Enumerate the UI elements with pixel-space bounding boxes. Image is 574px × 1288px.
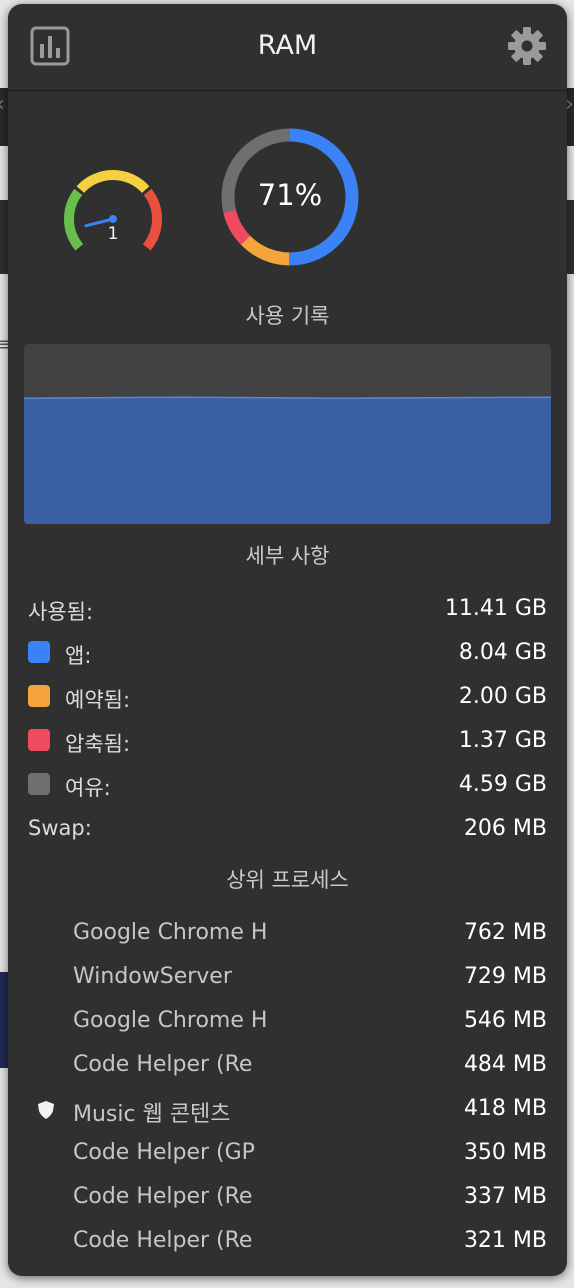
popup-title: RAM — [257, 30, 318, 61]
detail-used: 사용됨: 11.41 GB — [28, 594, 547, 624]
gauge-value: 1 — [107, 224, 119, 244]
background-panel — [0, 972, 8, 1068]
detail-swap-label: Swap: — [28, 816, 92, 840]
details-title: 세부 사항 — [245, 544, 330, 568]
process-row[interactable]: Google Chrome H 762 MB — [28, 918, 547, 948]
detail-app-value: 8.04 GB — [458, 640, 547, 665]
process-name: Code Helper (Re — [73, 1052, 253, 1077]
process-row[interactable]: Code Helper (Re 337 MB — [28, 1182, 547, 1212]
process-memory: 337 MB — [463, 1184, 547, 1209]
process-name: Music 웹 콘텐츠 — [73, 1102, 231, 1127]
wired-color-swatch — [28, 685, 50, 707]
detail-wired-label: 예약됨: — [65, 688, 131, 712]
detail-compressed: 압축됨: 1.37 GB — [28, 726, 547, 756]
compressed-color-swatch — [28, 729, 50, 751]
process-name: WindowServer — [73, 964, 232, 989]
detail-used-value: 11.41 GB — [444, 596, 547, 621]
process-row[interactable]: Code Helper (Re 484 MB — [28, 1050, 547, 1080]
process-memory: 729 MB — [463, 964, 547, 989]
process-memory: 762 MB — [463, 920, 547, 945]
process-row[interactable]: Code Helper (Re 321 MB — [28, 1226, 547, 1256]
process-name: Code Helper (Re — [73, 1228, 253, 1253]
detail-wired: 예약됨: 2.00 GB — [28, 682, 547, 712]
donut-segment-wired — [240, 235, 290, 266]
detail-used-label: 사용됨: — [28, 600, 94, 624]
gear-icon[interactable] — [507, 26, 547, 66]
process-row[interactable]: Google Chrome H 546 MB — [28, 1006, 547, 1036]
background-chevron-left-icon: ‹ — [0, 92, 5, 117]
history-chart — [24, 344, 551, 524]
detail-free: 여유: 4.59 GB — [28, 770, 547, 800]
app-color-swatch — [28, 641, 50, 663]
detail-free-label: 여유: — [65, 776, 111, 800]
process-name: Code Helper (GP — [73, 1140, 255, 1165]
pressure-gauge: 1 — [58, 164, 168, 264]
process-row[interactable]: Music 웹 콘텐츠 418 MB — [28, 1094, 547, 1127]
detail-swap-value: 206 MB — [463, 816, 547, 841]
ram-popup: RAM 1 71% 사용 기록 세부 사항 사용됨: 11.41 GB 앱: 8… — [8, 4, 567, 1276]
detail-swap: Swap: 206 MB — [28, 814, 547, 844]
process-memory: 484 MB — [463, 1052, 547, 1077]
process-memory: 546 MB — [463, 1008, 547, 1033]
process-name: Code Helper (Re — [73, 1184, 253, 1209]
gauge-yellow-arc — [76, 170, 150, 194]
process-row[interactable]: Code Helper (GP 350 MB — [28, 1138, 547, 1168]
process-memory: 418 MB — [463, 1096, 547, 1121]
usage-donut: 71% — [215, 122, 365, 272]
free-color-swatch — [28, 773, 50, 795]
detail-compressed-label: 압축됨: — [65, 732, 131, 756]
gauge-hub — [109, 215, 117, 223]
popup-header: RAM — [8, 4, 567, 91]
processes-title: 상위 프로세스 — [226, 868, 349, 892]
process-memory: 350 MB — [463, 1140, 547, 1165]
history-area — [24, 397, 551, 524]
detail-wired-value: 2.00 GB — [458, 684, 547, 709]
process-row[interactable]: WindowServer 729 MB — [28, 962, 547, 992]
detail-app-label: 앱: — [65, 644, 92, 668]
history-title: 사용 기록 — [245, 304, 330, 328]
history-line — [24, 396, 551, 399]
process-name: Google Chrome H — [73, 920, 268, 945]
detail-free-value: 4.59 GB — [458, 772, 547, 797]
detail-compressed-value: 1.37 GB — [458, 728, 547, 753]
detail-app: 앱: 8.04 GB — [28, 638, 547, 668]
donut-segment-compressed — [223, 209, 251, 245]
usage-percent: 71% — [257, 178, 323, 212]
process-memory: 321 MB — [463, 1228, 547, 1253]
shield-icon — [36, 1100, 56, 1120]
process-name: Google Chrome H — [73, 1008, 268, 1033]
